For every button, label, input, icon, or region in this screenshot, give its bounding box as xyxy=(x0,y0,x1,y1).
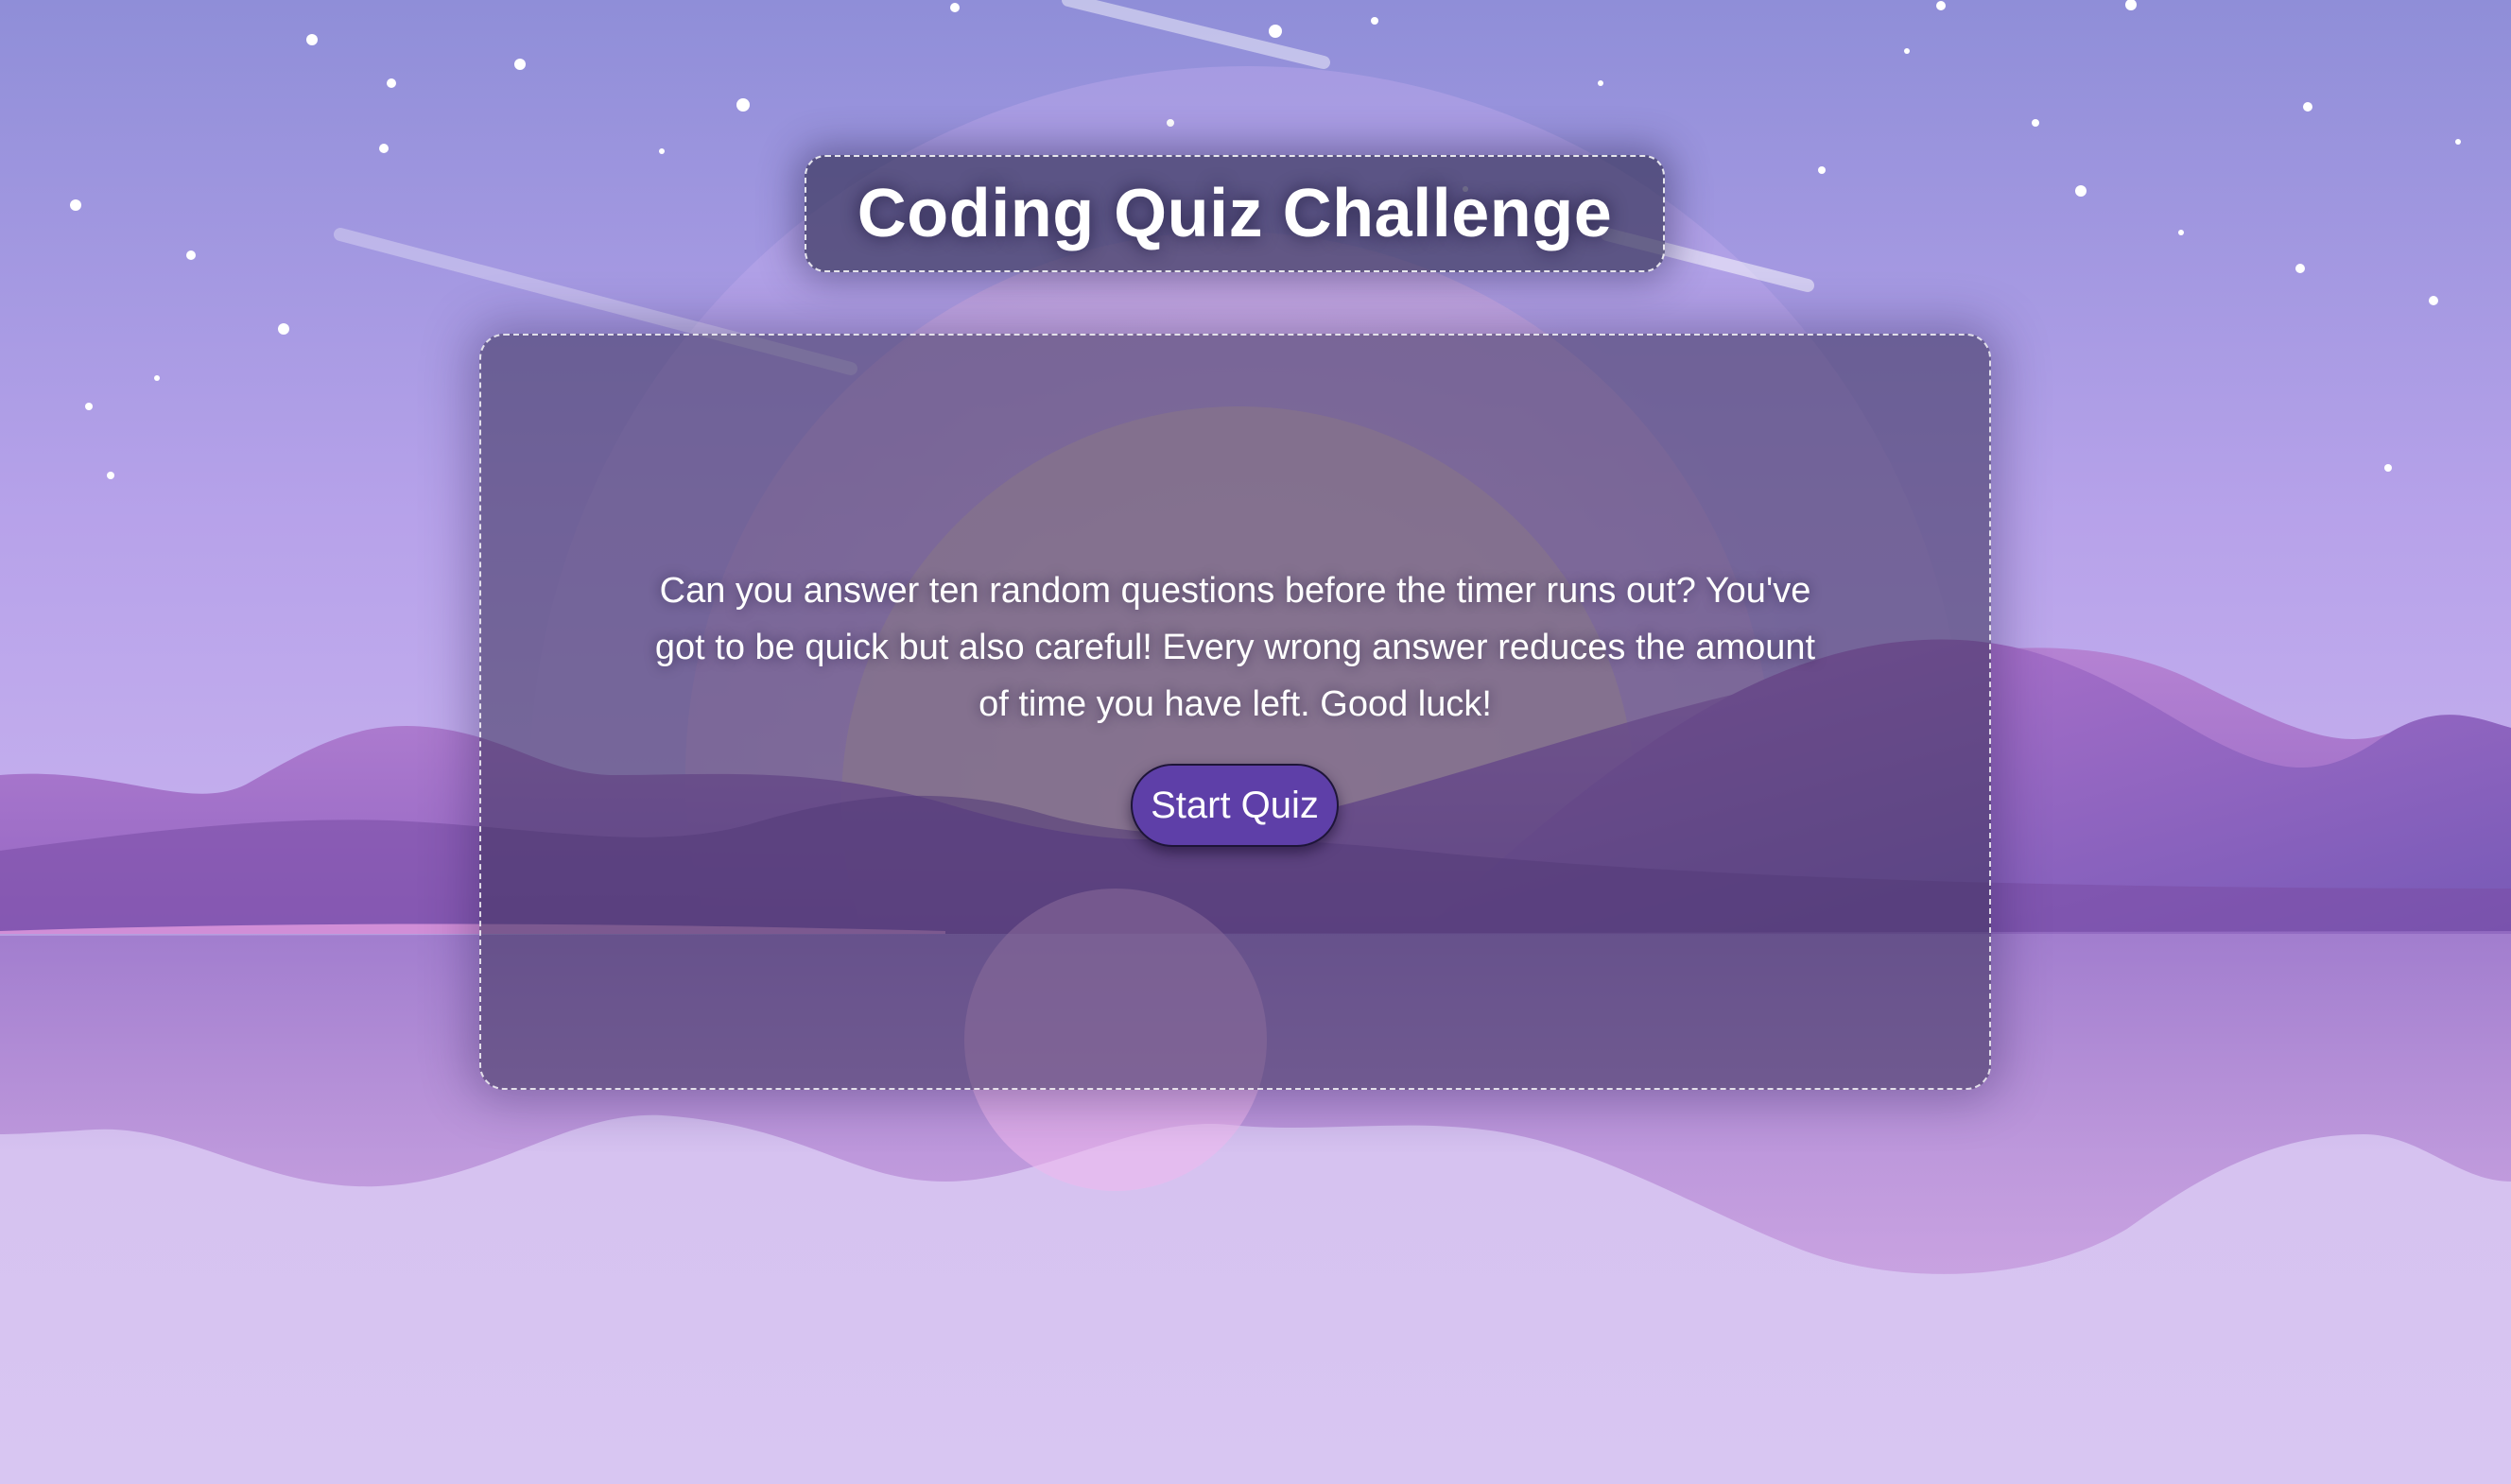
title-banner: Coding Quiz Challenge xyxy=(805,155,1665,272)
page-title: Coding Quiz Challenge xyxy=(857,176,1613,251)
start-quiz-button[interactable]: Start Quiz xyxy=(1131,764,1339,847)
quiz-instructions: Can you answer ten random questions befo… xyxy=(654,571,1816,724)
quiz-start-screen: Coding Quiz Challenge Can you answer ten… xyxy=(0,0,2511,1484)
